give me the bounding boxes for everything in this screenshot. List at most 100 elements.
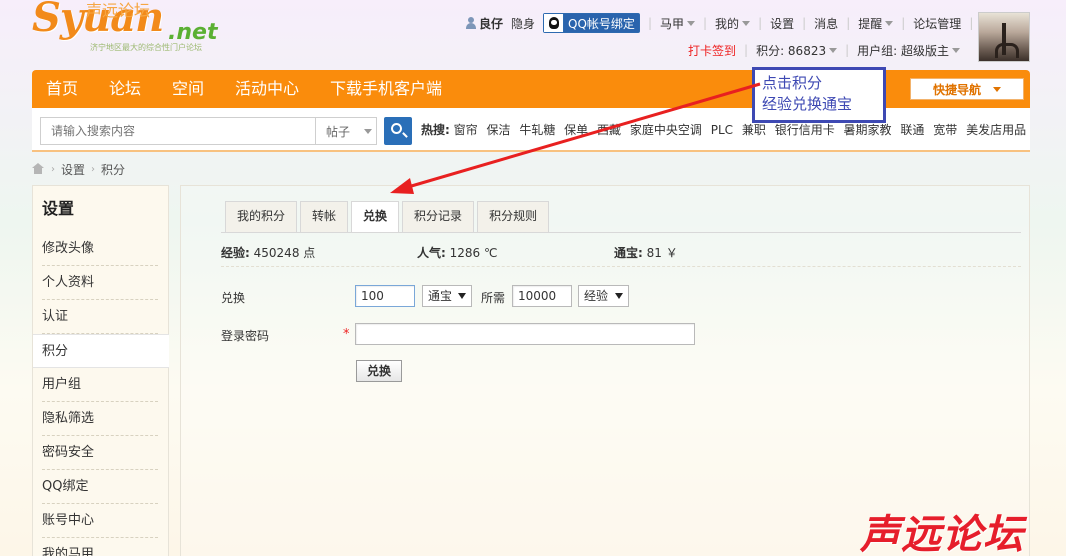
cost-label: 所需 — [481, 291, 506, 305]
search-type-select[interactable]: 帖子 — [315, 117, 377, 145]
hot-search-list: 热搜: 窗帘 保洁 牛轧糖 保单 西藏 家庭中央空调 PLC 兼职 银行信用卡 … — [421, 108, 1031, 152]
forum-admin-link[interactable]: 论坛管理 — [913, 15, 961, 32]
sidebar-item-points[interactable]: 积分 — [33, 334, 169, 368]
separator: | — [802, 16, 807, 30]
separator: | — [703, 16, 708, 30]
sidebar-item-vest[interactable]: 我的马甲 — [33, 538, 168, 556]
chevron-down-icon — [615, 293, 623, 299]
nav-space[interactable]: 空间 — [172, 70, 204, 108]
nav-forum[interactable]: 论坛 — [109, 70, 141, 108]
nav-home[interactable]: 首页 — [46, 70, 78, 108]
alerts-label: 提醒 — [858, 16, 883, 31]
annotation-callout: 点击积分 经验兑换通宝 — [752, 67, 886, 123]
sidebar-item-account[interactable]: 账号中心 — [33, 504, 168, 538]
hot-word[interactable]: 美发店用品 — [966, 123, 1026, 137]
username-link[interactable]: 良仔 — [466, 15, 503, 32]
separator: | — [846, 16, 851, 30]
checkin-link[interactable]: 打卡签到 — [688, 42, 736, 59]
qq-bind-button[interactable]: QQ帐号绑定 — [543, 13, 640, 33]
sidebar-item-verify[interactable]: 认证 — [33, 300, 168, 334]
target-currency-value: 通宝 — [428, 289, 453, 303]
hot-word[interactable]: 保洁 — [486, 123, 510, 137]
cost-input[interactable]: 10000 — [512, 285, 572, 307]
messages-link[interactable]: 消息 — [814, 15, 838, 32]
sidebar-item-avatar[interactable]: 修改头像 — [33, 232, 168, 266]
tab-transfer[interactable]: 转帐 — [300, 201, 349, 232]
sidebar-item-usergroup[interactable]: 用户组 — [33, 368, 168, 402]
required-mark: * — [343, 327, 350, 342]
password-input[interactable] — [355, 323, 695, 345]
vest-menu[interactable]: 马甲 — [660, 15, 695, 32]
tab-my-points[interactable]: 我的积分 — [225, 201, 298, 232]
search-type-label: 帖子 — [326, 124, 351, 139]
points-menu[interactable]: 积分: 86823 — [756, 42, 838, 59]
hot-word[interactable]: 宽带 — [933, 123, 957, 137]
invisible-toggle[interactable]: 隐身 — [511, 15, 535, 32]
separator: | — [647, 16, 652, 30]
points-panel: 我的积分 转帐 兑换 积分记录 积分规则 经验: 450248 点 人气: 12… — [180, 185, 1030, 556]
separator: | — [969, 16, 974, 30]
chevron-down-icon — [952, 47, 961, 53]
sidebar-item-profile[interactable]: 个人资料 — [33, 266, 168, 300]
hot-word[interactable]: 联通 — [900, 123, 924, 137]
user-status-bar: 打卡签到 | 积分: 86823 | 用户组: 超级版主 — [688, 40, 961, 60]
hot-word[interactable]: 窗帘 — [454, 123, 478, 137]
stat-coins-label: 通宝: — [614, 246, 643, 260]
tab-points-log[interactable]: 积分记录 — [402, 201, 475, 232]
stat-popularity: 人气: 1286 ℃ — [417, 244, 497, 261]
site-logo[interactable]: Syuan 声远论坛 .net 济宁地区最大的综合性门户论坛 — [32, 0, 242, 56]
chevron-right-icon: › — [91, 163, 96, 175]
hot-word[interactable]: 保单 — [564, 123, 588, 137]
chevron-right-icon: › — [51, 163, 55, 175]
qq-icon — [544, 14, 565, 32]
user-toolbar: 良仔 隐身 QQ帐号绑定 | 马甲 | 我的 | 设置 | 消息 | 提醒 | … — [466, 12, 1005, 34]
hot-word[interactable]: 家庭中央空调 — [630, 123, 702, 137]
points-label: 积分: 86823 — [756, 43, 827, 58]
usergroup-menu[interactable]: 用户组: 超级版主 — [857, 42, 961, 59]
tab-exchange[interactable]: 兑换 — [351, 201, 400, 233]
alerts-menu[interactable]: 提醒 — [858, 15, 894, 32]
hot-word[interactable]: 兼职 — [742, 123, 766, 137]
settings-link[interactable]: 设置 — [770, 15, 794, 32]
breadcrumb-settings[interactable]: 设置 — [61, 161, 85, 178]
watermark-logo: 声远论坛 — [860, 512, 1024, 556]
hot-word[interactable]: 牛轧糖 — [519, 123, 555, 137]
hot-word[interactable]: 暑期家教 — [844, 123, 892, 137]
logo-slogan: 济宁地区最大的综合性门户论坛 — [90, 43, 202, 52]
chevron-down-icon — [458, 293, 466, 299]
nav-activity-center[interactable]: 活动中心 — [235, 70, 299, 108]
my-label: 我的 — [715, 16, 740, 31]
home-icon[interactable] — [32, 163, 45, 175]
callout-line-1: 点击积分 — [762, 74, 823, 92]
hot-search-label: 热搜: — [421, 123, 450, 137]
quick-nav-button[interactable]: 快捷导航 — [910, 78, 1024, 100]
sidebar-item-qq[interactable]: QQ绑定 — [33, 470, 168, 504]
search-button[interactable] — [384, 117, 412, 145]
nav-download-app[interactable]: 下载手机客户端 — [330, 70, 442, 108]
exchange-amount-input[interactable]: 100 — [355, 285, 415, 307]
avatar[interactable] — [978, 12, 1030, 62]
breadcrumb-points[interactable]: 积分 — [101, 161, 125, 178]
password-label: 登录密码 — [221, 329, 270, 343]
vest-label: 马甲 — [659, 16, 684, 31]
source-currency-select[interactable]: 经验 — [578, 285, 629, 307]
chevron-down-icon — [742, 20, 751, 26]
settings-sidebar: 设置 修改头像 个人资料 认证 积分 用户组 隐私筛选 密码安全 QQ绑定 账号… — [32, 185, 169, 556]
separator: | — [744, 43, 749, 57]
sidebar-item-privacy[interactable]: 隐私筛选 — [33, 402, 168, 436]
stat-experience: 经验: 450248 点 — [221, 244, 315, 261]
chevron-down-icon — [885, 20, 894, 26]
callout-line-2: 经验兑换通宝 — [762, 95, 853, 113]
search-input[interactable] — [40, 117, 316, 145]
hot-word[interactable]: PLC — [711, 123, 733, 137]
hot-word[interactable]: 西藏 — [597, 123, 621, 137]
exchange-submit-button[interactable]: 兑换 — [356, 360, 402, 382]
chevron-down-icon — [687, 20, 695, 26]
stat-popularity-label: 人气: — [417, 246, 446, 260]
sidebar-item-password[interactable]: 密码安全 — [33, 436, 168, 470]
target-currency-select[interactable]: 通宝 — [422, 285, 472, 307]
my-menu[interactable]: 我的 — [715, 15, 751, 32]
search-icon — [391, 123, 402, 134]
hot-word[interactable]: 银行信用卡 — [775, 123, 835, 137]
tab-points-rules[interactable]: 积分规则 — [477, 201, 550, 232]
